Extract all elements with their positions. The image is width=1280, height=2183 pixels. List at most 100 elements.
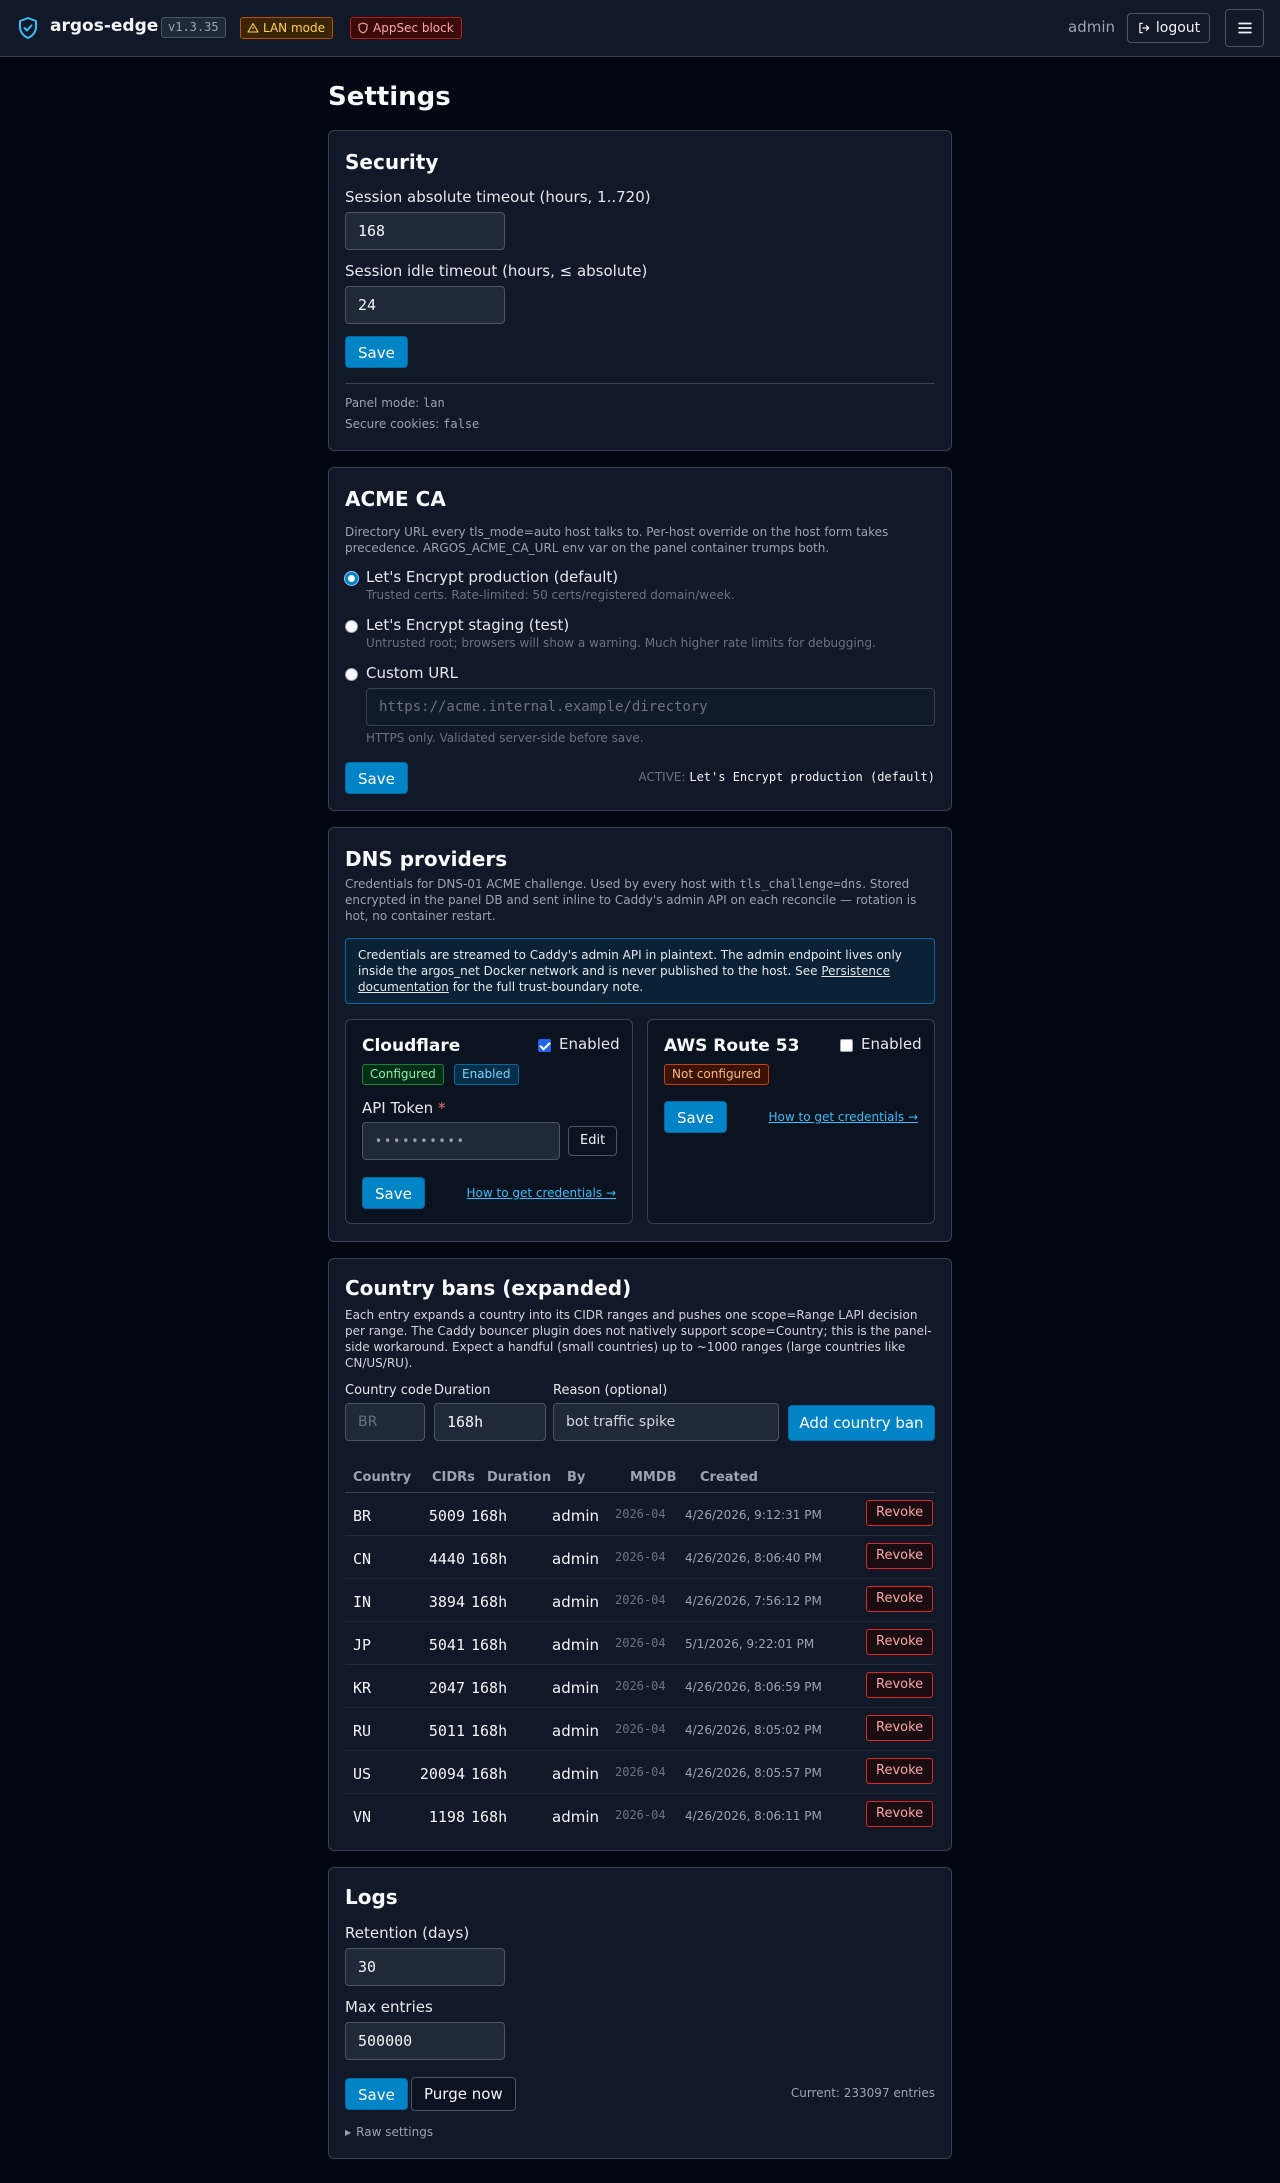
dns-description-code: tls_challenge=dns [739, 877, 863, 891]
cell-country: US [353, 1765, 372, 1783]
api-token-label: API Token * [362, 1099, 445, 1117]
lan-mode-label: LAN mode [263, 21, 325, 35]
security-divider [345, 383, 935, 384]
acme-active-label: ACTIVE: [638, 770, 690, 784]
cell-duration: 168h [471, 1636, 508, 1654]
revoke-button[interactable]: Revoke [866, 1672, 934, 1698]
cell-created: 4/26/2026, 9:12:31 PM [685, 1508, 822, 1522]
provider-name: AWS Route 53 [664, 1036, 800, 1056]
cell-mmdb: 2026-04 [615, 1808, 666, 1822]
retention-input[interactable]: 30 [345, 1948, 505, 1986]
cell-created: 4/26/2026, 8:05:57 PM [685, 1766, 822, 1780]
absolute-timeout-label: Session absolute timeout (hours, 1..720) [345, 188, 651, 206]
lan-mode-badge: LAN mode [240, 17, 333, 39]
panel-mode: Panel mode: lan [345, 396, 445, 410]
cell-created: 4/26/2026, 8:06:40 PM [685, 1551, 822, 1565]
cell-country: JP [353, 1636, 372, 1654]
revoke-button[interactable]: Revoke [866, 1629, 934, 1655]
revoke-button[interactable]: Revoke [866, 1586, 934, 1612]
logs-save-button[interactable]: Save [345, 2078, 408, 2110]
acme-save-button[interactable]: Save [345, 762, 408, 794]
radio-le-production[interactable] [345, 572, 358, 585]
col-mmdb: MMDB [630, 1470, 677, 1485]
table-row: BR 5009 168h admin 2026-04 4/26/2026, 9:… [345, 1493, 935, 1536]
duration-input[interactable]: 168h [434, 1403, 546, 1441]
brand-name[interactable]: argos-edge [50, 16, 158, 36]
cell-duration: 168h [471, 1550, 508, 1568]
revoke-button[interactable]: Revoke [866, 1801, 934, 1827]
api-token-input[interactable]: •••••••••• [362, 1122, 560, 1160]
status-badge-configured: Configured [362, 1064, 444, 1085]
cell-cidrs: 5009 [428, 1507, 465, 1525]
table-row: JP 5041 168h admin 2026-04 5/1/2026, 9:2… [345, 1622, 935, 1665]
raw-settings-toggle[interactable]: ▶ Raw settings [345, 2125, 433, 2139]
reason-input[interactable]: bot traffic spike [553, 1403, 779, 1441]
duration-label: Duration [434, 1383, 491, 1398]
cloudflare-enabled-label: Enabled [559, 1035, 620, 1053]
absolute-timeout-input[interactable]: 168 [345, 212, 505, 250]
warning-icon [247, 22, 259, 33]
cloudflare-help-link[interactable]: How to get credentials → [467, 1186, 616, 1200]
table-row: KR 2047 168h admin 2026-04 4/26/2026, 8:… [345, 1665, 935, 1708]
provider-aws-route53: AWS Route 53 Enabled Not configured Save… [647, 1019, 935, 1224]
option-le-production-label: Let's Encrypt production (default) [366, 568, 619, 586]
provider-cloudflare: Cloudflare Enabled Configured Enabled AP… [345, 1019, 633, 1224]
retention-label: Retention (days) [345, 1924, 470, 1942]
cell-cidrs: 5011 [428, 1722, 465, 1740]
cell-duration: 168h [471, 1593, 508, 1611]
acme-card: ACME CA Directory URL every tls_mode=aut… [328, 467, 952, 811]
cell-mmdb: 2026-04 [615, 1679, 666, 1693]
revoke-button[interactable]: Revoke [866, 1543, 934, 1569]
revoke-button[interactable]: Revoke [866, 1500, 934, 1526]
cell-created: 4/26/2026, 8:06:11 PM [685, 1809, 822, 1823]
revoke-button[interactable]: Revoke [866, 1715, 934, 1741]
cell-by: admin [552, 1550, 599, 1568]
cell-cidrs: 4440 [428, 1550, 465, 1568]
security-title: Security [345, 150, 439, 174]
custom-url-input[interactable]: https://acme.internal.example/directory [366, 688, 935, 726]
status-badge-enabled: Enabled [454, 1064, 519, 1085]
cell-country: IN [353, 1593, 372, 1611]
logs-card: Logs Retention (days) 30 Max entries 500… [328, 1867, 952, 2159]
add-country-ban-button[interactable]: Add country ban [788, 1405, 935, 1441]
api-token-label-text: API Token [362, 1099, 434, 1117]
radio-custom-url[interactable] [345, 668, 358, 681]
idle-timeout-input[interactable]: 24 [345, 286, 505, 324]
aws-save-button[interactable]: Save [664, 1101, 727, 1133]
current-entries: Current: 233097 entries [790, 2086, 935, 2100]
radio-le-staging[interactable] [345, 620, 358, 633]
cell-country: BR [353, 1507, 372, 1525]
dns-notice: Credentials are streamed to Caddy's admi… [345, 938, 935, 1004]
option-le-production-hint: Trusted certs. Rate-limited: 50 certs/re… [366, 588, 735, 602]
api-token-edit-button[interactable]: Edit [568, 1126, 618, 1156]
cell-duration: 168h [471, 1722, 508, 1740]
cell-cidrs: 20094 [419, 1765, 465, 1783]
acme-active-value: Let's Encrypt production (default) [689, 770, 935, 784]
col-cidrs: CIDRs [432, 1470, 475, 1485]
option-custom-url-label: Custom URL [366, 664, 458, 682]
aws-enabled-checkbox[interactable] [840, 1039, 853, 1052]
page-title: Settings [328, 82, 451, 112]
cell-mmdb: 2026-04 [615, 1636, 666, 1650]
security-save-button[interactable]: Save [345, 336, 408, 368]
country-bans-description: Each entry expands a country into its CI… [345, 1308, 932, 1370]
option-le-staging-hint: Untrusted root; browsers will show a war… [366, 636, 876, 650]
aws-help-link[interactable]: How to get credentials → [769, 1110, 918, 1124]
cell-duration: 168h [471, 1507, 508, 1525]
max-entries-input[interactable]: 500000 [345, 2022, 505, 2060]
status-badge-not-configured: Not configured [664, 1064, 769, 1085]
menu-button[interactable] [1225, 9, 1264, 47]
custom-url-hint: HTTPS only. Validated server-side before… [366, 731, 644, 745]
required-mark: * [437, 1099, 446, 1117]
cell-mmdb: 2026-04 [615, 1765, 666, 1779]
cell-country: RU [353, 1722, 372, 1740]
country-code-input[interactable]: BR [345, 1403, 425, 1441]
revoke-button[interactable]: Revoke [866, 1758, 934, 1784]
cloudflare-save-button[interactable]: Save [362, 1177, 425, 1209]
cell-cidrs: 1198 [428, 1808, 465, 1826]
purge-now-button[interactable]: Purge now [411, 2077, 516, 2111]
logout-button[interactable]: logout [1127, 13, 1210, 43]
acme-active-status: ACTIVE: Let's Encrypt production (defaul… [638, 770, 935, 784]
cloudflare-enabled-checkbox[interactable] [538, 1039, 551, 1052]
shield-check-icon [19, 17, 37, 39]
